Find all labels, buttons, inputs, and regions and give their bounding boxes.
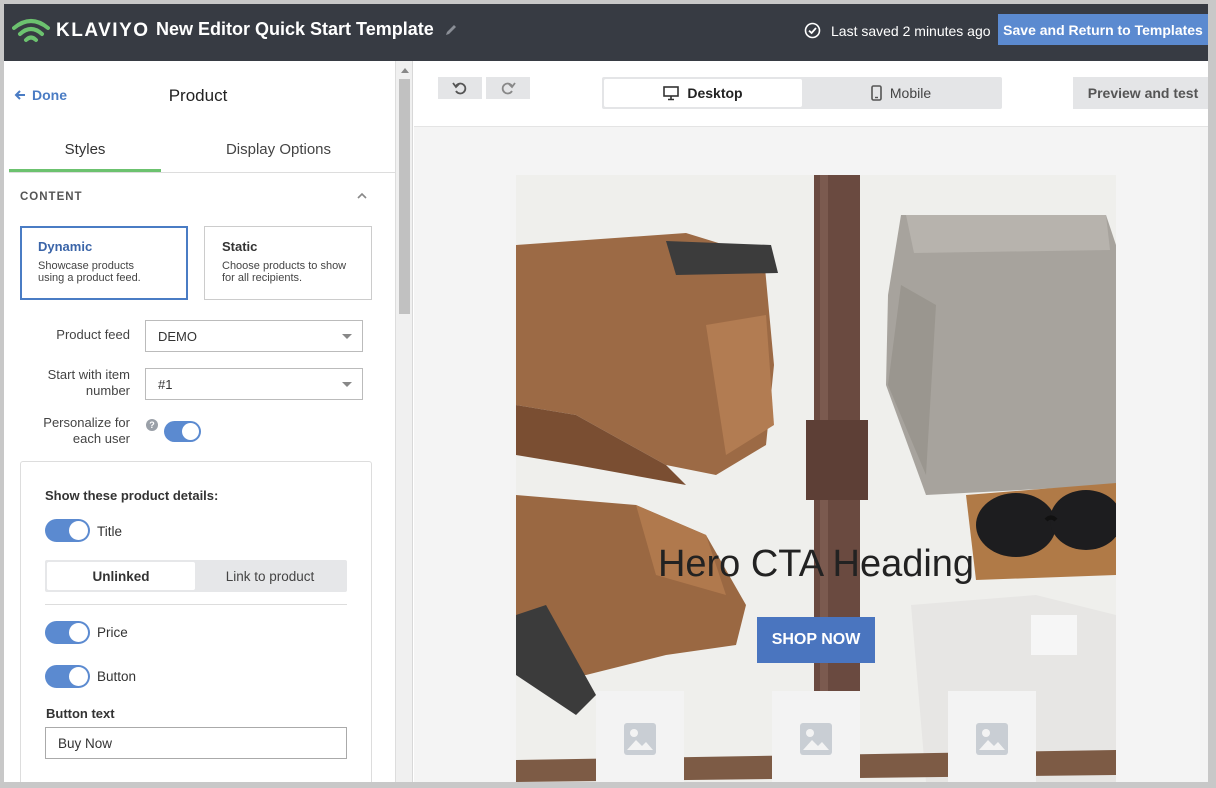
panel-title: Product [168,86,228,105]
desktop-option[interactable]: Desktop [604,79,802,107]
undo-button[interactable] [438,77,482,99]
email-editor: Desktop Mobile Preview and test Hero CTA… [414,61,1208,782]
brand-name: KLAVIYO [56,20,150,41]
static-option-desc: Choose products to show for all recipien… [222,260,347,284]
personalize-label: Personalize for each user [43,415,130,446]
divider [45,604,347,605]
redo-icon [500,80,516,96]
button-text-input[interactable] [45,727,347,759]
start-item-value: #1 [158,377,173,392]
desktop-monitor-icon [663,85,680,101]
pencil-icon[interactable] [444,23,458,37]
product-feed-select[interactable]: DEMO [145,320,363,352]
product-image-placeholder[interactable] [772,691,860,782]
caret-down-icon [342,334,352,339]
product-image-placeholder[interactable] [948,691,1036,782]
price-toggle-label: Price [97,625,128,640]
redo-button[interactable] [486,77,530,99]
mobile-phone-icon [871,85,882,101]
section-header-content: CONTENT [20,191,83,203]
toggle-knob [69,667,88,686]
dynamic-option-desc: Showcase products using a product feed. [38,260,141,284]
save-and-return-button[interactable]: Save and Return to Templates [998,14,1208,45]
button-text-label: Button text [46,706,115,721]
help-icon[interactable]: ? [146,419,158,431]
image-placeholder-icon [623,722,657,756]
tab-display-options[interactable]: Display Options [161,129,395,172]
static-option[interactable]: Static Choose products to show for all r… [204,226,372,300]
check-circle-icon [804,22,821,39]
scrollbar-thumb[interactable] [399,79,410,314]
personalize-toggle[interactable] [164,421,201,442]
details-title: Show these product details: [45,488,219,503]
title-toggle-label: Title [97,524,123,539]
tab-styles[interactable]: Styles [9,129,161,172]
mobile-option[interactable]: Mobile [802,79,1000,107]
device-toggle: Desktop Mobile [602,77,1002,109]
button-toggle[interactable] [45,665,90,688]
klaviyo-logo[interactable]: KLAVIYO [12,16,150,46]
document-title[interactable]: New Editor Quick Start Template [156,19,458,40]
properties-panel: Done Product Styles Display Options CONT… [4,61,396,782]
product-feed-label: Product feed [56,327,130,342]
desktop-label: Desktop [687,85,743,101]
scroll-up-arrow-icon[interactable] [399,65,410,75]
dynamic-option[interactable]: Dynamic Showcase products using a produc… [20,226,188,300]
hero-heading[interactable]: Hero CTA Heading [516,543,1116,586]
image-placeholder-icon [975,722,1009,756]
button-toggle-label: Button [97,669,137,684]
panel-scrollbar[interactable] [396,61,413,782]
save-status-text: Last saved 2 minutes ago [831,22,991,39]
static-option-title: Static [222,239,258,254]
price-toggle[interactable] [45,621,90,644]
toggle-knob [182,423,199,440]
product-feed-value: DEMO [158,329,197,344]
shop-now-button[interactable]: SHOP NOW [757,617,875,663]
toggle-knob [69,521,88,540]
save-status: Last saved 2 minutes ago [804,22,991,39]
undo-icon [452,80,468,96]
mobile-label: Mobile [889,85,932,101]
product-image-placeholder[interactable] [596,691,684,782]
image-placeholder-icon [799,722,833,756]
top-bar: KLAVIYO New Editor Quick Start Template … [4,4,1208,61]
email-canvas[interactable]: Hero CTA Heading SHOP NOW [516,175,1116,782]
editor-toolbar: Desktop Mobile Preview and test [414,61,1208,127]
preview-and-test-button[interactable]: Preview and test [1073,77,1208,109]
toggle-knob [69,623,88,642]
start-item-select[interactable]: #1 [145,368,363,400]
unlinked-option[interactable]: Unlinked [47,562,195,590]
panel-tabs: Styles Display Options [9,129,395,173]
wifi-logo-icon [12,16,50,46]
dynamic-option-title: Dynamic [38,239,93,254]
start-item-label: Start with item number [47,367,130,398]
document-title-text: New Editor Quick Start Template [156,19,434,39]
link-segmented-control: Unlinked Link to product [45,560,347,592]
link-to-product-option[interactable]: Link to product [195,562,345,590]
product-details-box: Show these product details: Title Unlink… [20,461,372,782]
app-window: KLAVIYO New Editor Quick Start Template … [4,4,1208,782]
caret-down-icon [342,382,352,387]
chevron-up-icon[interactable] [356,191,368,201]
title-toggle[interactable] [45,519,90,542]
